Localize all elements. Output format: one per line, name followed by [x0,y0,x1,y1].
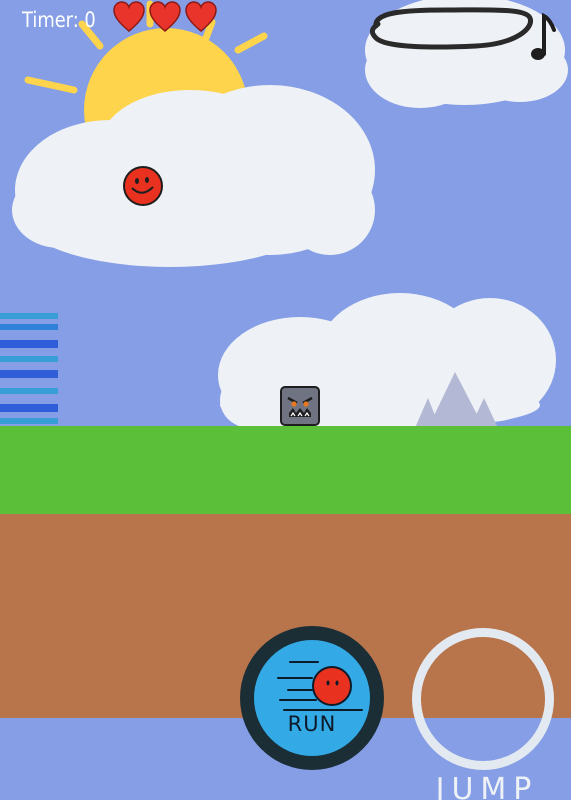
run-button-face: RUN [254,640,370,756]
side-stripes [0,313,58,424]
heart-icon [113,1,145,32]
running-ball-icon [277,661,363,711]
run-button[interactable]: RUN [240,626,384,770]
lives-hearts [112,0,218,34]
heart-icon [185,1,217,32]
enemy-angry-block [280,386,320,426]
heart-icon [149,1,181,32]
jump-button-label: JUMP [435,772,539,800]
run-button-label: RUN [287,712,337,736]
music-note-icon [531,12,556,60]
music-toggle-button[interactable] [366,4,566,64]
cloud-large [12,85,375,267]
cloud-mid-right [218,293,556,433]
grass-ground [0,426,571,514]
player-red-ball [123,166,163,206]
jump-button[interactable] [412,628,554,770]
timer-label: Timer: 0 [22,8,96,32]
game-stage: Timer: 0 RUN JUMP [0,0,571,800]
